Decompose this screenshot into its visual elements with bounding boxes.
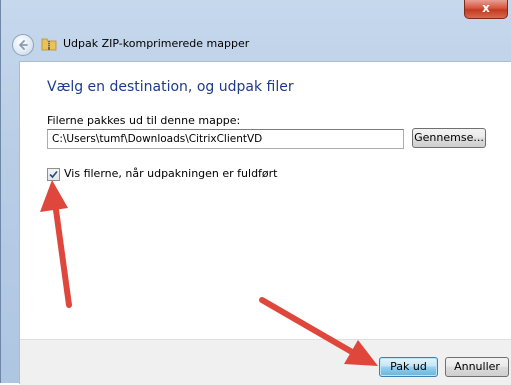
close-button[interactable]: x (464, 0, 508, 19)
zip-folder-icon (41, 38, 57, 51)
back-button[interactable] (12, 34, 34, 56)
window-title: Udpak ZIP-komprimerede mapper (63, 37, 250, 50)
dialog-window: x Udpak ZIP-komprimerede mapper Vælg en … (0, 0, 511, 385)
extract-button[interactable]: Pak ud (379, 357, 438, 377)
content-panel: Vælg en destination, og udpak filer File… (19, 61, 511, 385)
show-files-checkbox[interactable] (47, 168, 60, 181)
browse-button[interactable]: Gennemse... (412, 128, 486, 148)
checkmark-icon (49, 170, 58, 179)
show-files-label[interactable]: Vis filerne, når udpakningen er fuldført (64, 167, 278, 181)
destination-label: Filerne pakkes ud til denne mappe: (47, 114, 241, 127)
cancel-button[interactable]: Annuller (445, 357, 509, 377)
back-arrow-icon (19, 40, 28, 50)
dialog-footer: Pak ud Annuller (20, 339, 511, 385)
destination-path-input[interactable] (47, 129, 404, 149)
page-heading: Vælg en destination, og udpak filer (47, 79, 294, 95)
